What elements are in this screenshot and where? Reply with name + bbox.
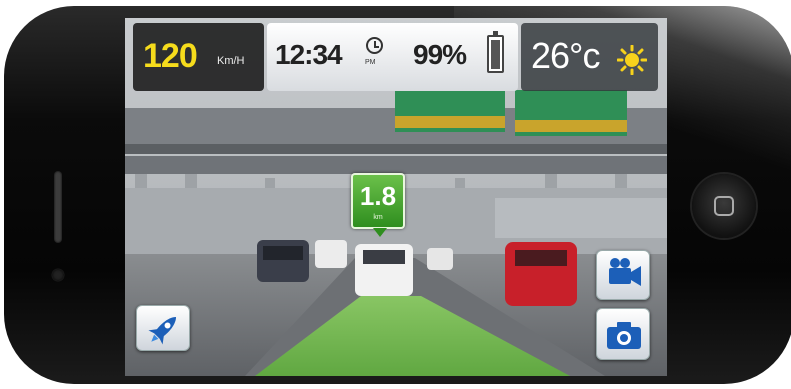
sun-icon	[617, 45, 647, 75]
rocket-icon	[148, 316, 177, 345]
home-square-icon	[714, 196, 734, 216]
battery-level-fill	[491, 40, 500, 69]
video-record-button[interactable]	[596, 250, 650, 300]
launch-button[interactable]	[136, 305, 190, 351]
speed-value: 120	[143, 37, 198, 75]
distance-unit: km	[373, 214, 383, 221]
volume-button	[54, 171, 62, 243]
temperature-value: 26°c	[531, 35, 600, 76]
speaker-dot	[52, 269, 64, 281]
status-panel: 12:34 PM 99%	[267, 23, 518, 91]
battery-icon	[487, 31, 504, 73]
weather-panel: 26°c	[521, 23, 658, 91]
camera-screen: 120 Km/H 12:34 PM 99% 26°c 1.8 km	[125, 18, 667, 376]
time-value: 12:34	[275, 39, 343, 70]
clock-icon	[366, 37, 383, 54]
distance-marker: 1.8 km	[351, 173, 405, 237]
speed-panel: 120 Km/H	[133, 23, 264, 91]
speed-unit: Km/H	[217, 55, 245, 67]
distance-value: 1.8	[359, 181, 397, 211]
camera-icon	[607, 322, 641, 349]
video-camera-icon	[609, 258, 641, 286]
camera-button[interactable]	[596, 308, 650, 360]
home-button[interactable]	[692, 174, 756, 238]
battery-percent: 99%	[413, 39, 467, 70]
time-period: PM	[365, 59, 376, 66]
